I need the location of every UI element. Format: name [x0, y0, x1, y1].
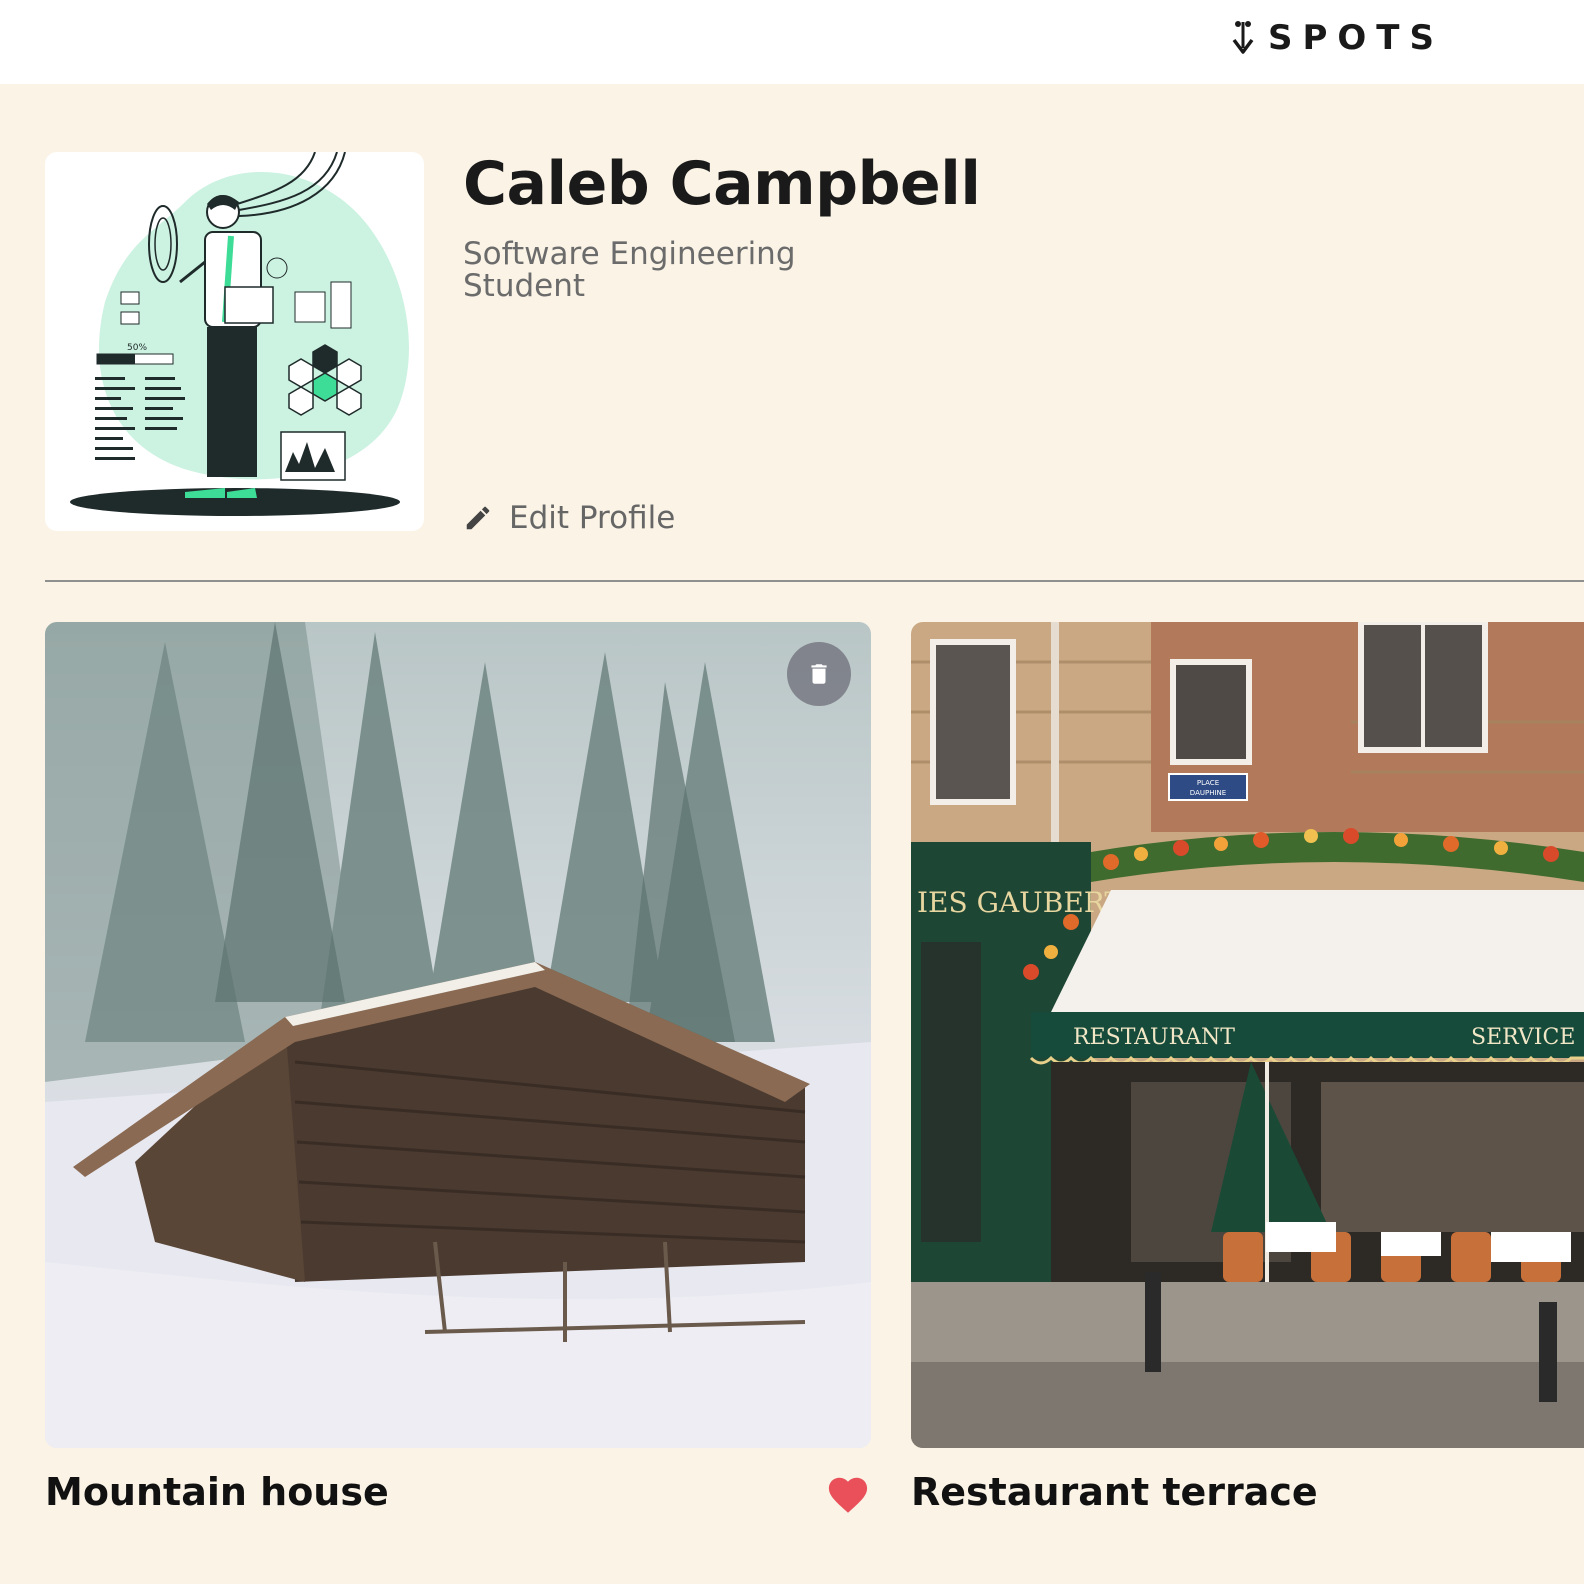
edit-profile-button[interactable]: Edit Profile: [463, 498, 675, 538]
heart-icon: [828, 1477, 868, 1513]
section-divider: [45, 580, 1584, 582]
edit-profile-label: Edit Profile: [509, 500, 676, 536]
card-image[interactable]: [45, 622, 871, 1448]
like-button[interactable]: [825, 1472, 871, 1516]
profile-name: Caleb Campbell: [463, 149, 981, 219]
logo-arrow-icon: [1232, 21, 1254, 54]
logo-text: SPOTS: [1268, 18, 1444, 58]
sign-service: SERVICE: [1471, 1025, 1575, 1050]
profile-role: Software Engineering Student: [463, 236, 796, 304]
avatar-progress-label: 50%: [127, 343, 147, 353]
card-title: Restaurant terrace: [911, 1470, 1318, 1514]
trash-icon: [811, 664, 827, 684]
pencil-icon: [466, 506, 490, 530]
card-mountain-house: Mountain house: [45, 622, 871, 1528]
sign-restaurant: RESTAURANT: [1073, 1025, 1235, 1050]
card-footer: Restaurant terrace: [911, 1464, 1584, 1528]
card-restaurant-terrace: PLACE DAUPHINE IES GAUBERT RESTAURANT SE…: [911, 622, 1584, 1528]
card-image[interactable]: PLACE DAUPHINE IES GAUBERT RESTAURANT SE…: [911, 622, 1584, 1448]
card-footer: Mountain house: [45, 1464, 871, 1528]
svg-text:DAUPHINE: DAUPHINE: [1190, 789, 1226, 797]
avatar: 50%: [45, 152, 424, 531]
svg-text:PLACE: PLACE: [1197, 779, 1219, 787]
spots-logo[interactable]: SPOTS: [1230, 16, 1444, 60]
top-header: SPOTS: [0, 0, 1584, 84]
delete-button[interactable]: [787, 642, 851, 706]
sign-gaubert: IES GAUBERT: [917, 886, 1123, 919]
card-title: Mountain house: [45, 1470, 389, 1514]
profile-section: 50% Caleb Campbell Software Engineering …: [45, 152, 1584, 542]
